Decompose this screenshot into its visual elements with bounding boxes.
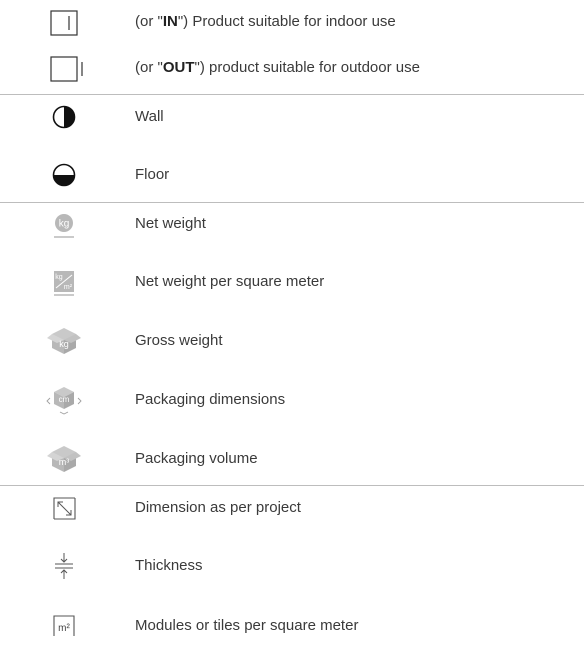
- section-divider-3: [0, 485, 584, 486]
- m2-box-icon-text: m²: [58, 623, 70, 634]
- legend-label-dimension-project: Dimension as per project: [135, 499, 301, 516]
- legend-label-indoor: (or "IN") Product suitable for indoor us…: [135, 13, 396, 30]
- legend-row-outdoor: (or "OUT") product suitable for outdoor …: [0, 48, 584, 88]
- legend-row-gross-weight: kg Gross weight: [0, 321, 584, 361]
- legend-row-net-weight-per-m2: kg m² Net weight per square meter: [0, 262, 584, 302]
- legend-label-outdoor-code: OUT: [162, 59, 195, 76]
- kg-box-icon-text: kg: [59, 339, 69, 349]
- indoor-box-icon: [44, 6, 84, 38]
- legend-row-thickness: Thickness: [0, 546, 584, 586]
- m2-box-icon: m²: [44, 610, 84, 642]
- legend-row-floor: Floor: [0, 155, 584, 195]
- thickness-arrows-icon: [44, 550, 84, 582]
- legend-row-modules-per-m2: m² Modules or tiles per square meter: [0, 606, 584, 646]
- legend-label-net-weight: Net weight: [135, 215, 206, 232]
- wall-half-circle-icon: [44, 101, 84, 133]
- legend-label-floor: Floor: [135, 166, 170, 183]
- legend-row-packaging-dimensions: cm Packaging dimensions: [0, 380, 584, 420]
- legend-label-net-weight-per-m2: Net weight per square meter: [135, 273, 325, 290]
- kg-per-m2-icon-bottom: m²: [64, 284, 73, 291]
- kg-weight-icon: kg: [44, 208, 84, 240]
- legend-label-packaging-dimensions: Packaging dimensions: [135, 391, 286, 408]
- legend-row-dimension-project: Dimension as per project: [0, 488, 584, 528]
- legend-label-modules-per-m2: Modules or tiles per square meter: [135, 617, 359, 634]
- legend-label-gross-weight: Gross weight: [135, 332, 223, 349]
- kg-box-icon: kg: [44, 325, 84, 357]
- m3-box-icon: m³: [44, 443, 84, 475]
- legend-label-wall: Wall: [135, 108, 164, 125]
- legend-label-indoor-code: IN: [162, 13, 178, 30]
- kg-weight-icon-text: kg: [59, 219, 70, 230]
- cm-box-icon-text: cm: [59, 395, 70, 404]
- kg-per-m2-icon-top: kg: [55, 274, 63, 281]
- cm-box-dimensions-icon: cm: [44, 384, 84, 416]
- section-divider-1: [0, 94, 584, 95]
- outdoor-box-icon: [44, 52, 84, 84]
- legend-label-thickness: Thickness: [135, 557, 203, 574]
- legend-label-outdoor: (or "OUT") product suitable for outdoor …: [135, 59, 420, 76]
- kg-per-m2-icon: kg m²: [44, 266, 84, 298]
- legend-row-net-weight: kg Net weight: [0, 204, 584, 244]
- legend-label-packaging-volume: Packaging volume: [135, 450, 258, 467]
- section-divider-2: [0, 202, 584, 203]
- m3-box-icon-text: m³: [59, 457, 70, 467]
- legend-row-packaging-volume: m³ Packaging volume: [0, 439, 584, 479]
- diagonal-arrow-box-icon: [44, 492, 84, 524]
- legend-row-wall: Wall: [0, 97, 584, 137]
- legend-row-indoor: (or "IN") Product suitable for indoor us…: [0, 2, 584, 42]
- floor-half-circle-icon: [44, 159, 84, 191]
